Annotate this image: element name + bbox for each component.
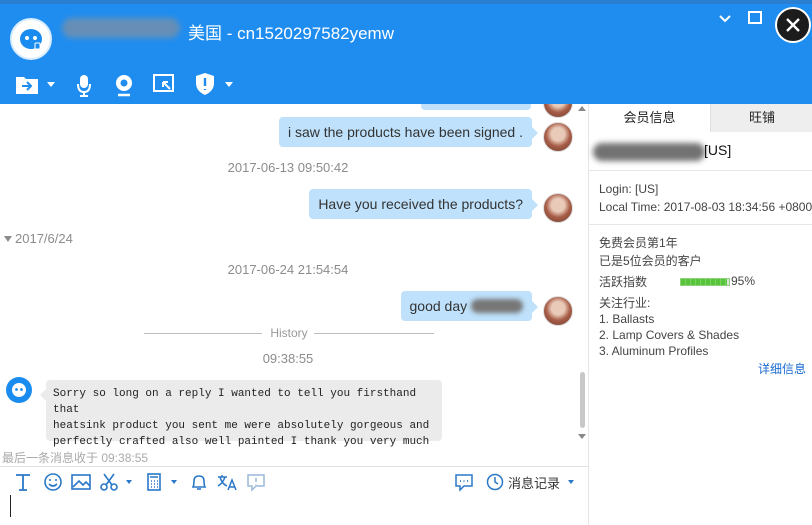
maximize-icon[interactable] (746, 10, 764, 26)
tab-member-info[interactable]: 会员信息 (589, 104, 710, 132)
industry-item: 3. Aluminum Profiles (599, 344, 709, 358)
peer-avatar (543, 296, 573, 326)
peer-avatar (543, 122, 573, 152)
scroll-up-arrow-icon[interactable] (578, 106, 586, 111)
calculator-dropdown[interactable] (171, 480, 177, 484)
last-message-note: 最后一条消息收于 09:38:55 (2, 451, 149, 465)
date-group-label: 2017/6/24 (15, 231, 73, 246)
assistant-icon (20, 29, 42, 50)
local-time: Local Time: 2017-08-03 18:34:56 +0800 (599, 200, 812, 214)
member-info-panel: 会员信息 旺铺 [US] Login: [US] Local Time: 201… (588, 104, 812, 525)
sender-avatar (6, 377, 32, 403)
message-history-label: 消息记录 (508, 475, 561, 491)
shield-icon[interactable] (194, 70, 216, 98)
message-line: perfectly crafted also well painted I th… (53, 436, 430, 448)
folder-send-icon[interactable] (15, 70, 39, 98)
feedback-icon[interactable] (245, 472, 267, 492)
top-strip (0, 0, 812, 4)
message-timestamp: 2017-06-24 21:54:54 (227, 262, 349, 277)
calculator-icon[interactable] (143, 472, 165, 492)
message-history-button[interactable]: 消息记录 (486, 472, 575, 492)
peer-avatar (543, 193, 573, 223)
message-text: good day (409, 298, 468, 314)
text-cursor (10, 495, 11, 517)
activity-progress-bar (680, 278, 730, 286)
chevron-down-icon (568, 480, 575, 484)
message-bubble-outgoing: Have you received the products? (309, 189, 538, 219)
microphone-icon[interactable] (76, 70, 92, 98)
contact-name-redacted (62, 18, 180, 38)
tab-shop[interactable]: 旺铺 (710, 104, 812, 132)
scroll-down-arrow-icon[interactable] (578, 434, 586, 439)
message-input-area[interactable]: 消息记录 (0, 466, 588, 525)
chat-window: 美国 - cn1520297582yemw i saw the products… (0, 0, 812, 525)
activity-percent: 95% (731, 274, 756, 288)
app-avatar[interactable] (10, 18, 52, 60)
message-line: heatsink product you sent me were absolu… (53, 420, 430, 432)
industry-item: 2. Lamp Covers & Shades (599, 328, 740, 342)
scissors-dropdown[interactable] (126, 480, 132, 484)
clock-icon (486, 473, 504, 491)
minimize-icon[interactable] (716, 10, 734, 26)
activity-progress-fill (681, 279, 727, 285)
folder-send-dropdown[interactable] (47, 82, 55, 87)
login-info: Login: [US] (599, 182, 659, 196)
header-bar: 美国 - cn1520297582yemw (0, 0, 812, 104)
shield-dropdown[interactable] (225, 82, 233, 87)
chat-history-pane: i saw the products have been signed . 20… (0, 104, 588, 466)
bell-icon[interactable] (188, 472, 210, 492)
detail-info-link[interactable]: 详细信息 (758, 360, 806, 377)
message-text: Have you received the products? (318, 196, 523, 212)
member-country: [US] (704, 142, 732, 158)
tab-bar: 会员信息 旺铺 (589, 104, 812, 132)
history-divider: History (144, 326, 434, 340)
message-bubble-outgoing: good day (400, 291, 538, 321)
scrollbar-thumb[interactable] (580, 372, 585, 428)
scissors-icon[interactable] (98, 472, 120, 492)
message-line: Sorry so long on a reply I wanted to tel… (53, 388, 417, 416)
industry-item: 1. Ballasts (599, 312, 655, 326)
member-level: 免费会员第1年 (599, 236, 678, 250)
message-timestamp: 2017-06-13 09:50:42 (227, 160, 349, 175)
assistant-icon (12, 383, 26, 397)
chat-scrollbar[interactable] (576, 104, 588, 466)
message-bubble-outgoing: i saw the products have been signed . (278, 117, 538, 147)
message-bubble-partial (421, 104, 531, 110)
customer-note: 已是5位会员的客户 (599, 254, 702, 268)
date-group-toggle[interactable]: 2017/6/24 (4, 231, 73, 246)
screenshot-icon[interactable] (152, 70, 176, 98)
window-title: 美国 - cn1520297582yemw (188, 24, 395, 43)
member-name-redacted (593, 143, 705, 161)
font-icon[interactable] (12, 472, 34, 492)
history-timestamp: 09:38:55 (262, 351, 314, 366)
redacted-name (471, 299, 523, 313)
close-icon (786, 18, 800, 32)
message-bubble-incoming: Sorry so long on a reply I wanted to tel… (40, 380, 442, 448)
industry-label: 关注行业: (599, 296, 651, 310)
close-button[interactable] (775, 7, 811, 43)
collapse-triangle-icon (4, 236, 12, 242)
translate-icon[interactable] (216, 472, 238, 492)
quick-reply-icon[interactable] (453, 472, 475, 492)
image-icon[interactable] (70, 472, 92, 492)
emoji-icon[interactable] (42, 472, 64, 492)
video-call-icon[interactable] (114, 70, 134, 98)
peer-avatar (543, 104, 573, 118)
message-text: i saw the products have been signed . (287, 124, 523, 140)
activity-label: 活跃指数 (599, 275, 648, 289)
